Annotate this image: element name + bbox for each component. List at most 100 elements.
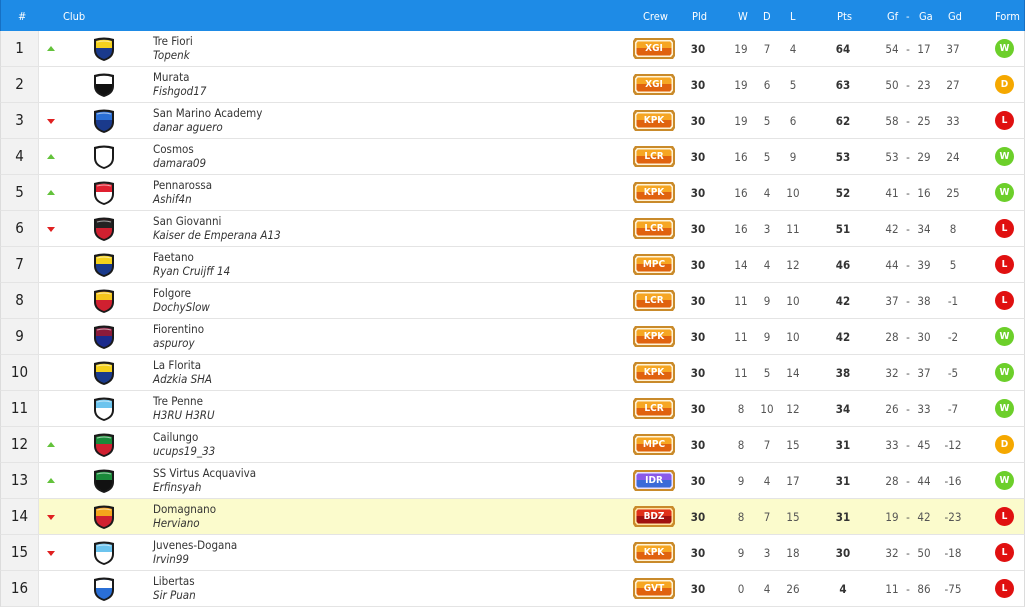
table-row[interactable]: 10 La Florita Adzkia SHA KPK 30 11 5 14 38 32 37 -5… <box>0 355 1025 391</box>
club-name[interactable]: Libertas <box>153 574 196 588</box>
club-name[interactable]: Faetano <box>153 250 230 264</box>
club-crest-icon <box>94 469 114 493</box>
club-name[interactable]: Tre Fiori <box>153 34 193 48</box>
form-badge: D <box>995 75 1014 94</box>
table-row[interactable]: 11 Tre Penne H3RU H3RU LCR 30 8 10 12 34 26 33 -7- W <box>0 391 1025 427</box>
club-cell[interactable]: Cosmos damara09 <box>153 142 206 170</box>
manager-name[interactable]: Topenk <box>153 48 193 62</box>
table-row[interactable]: 15 Juvenes-Dogana Irvin99 KPK 30 9 3 18 30 32 50 -1… <box>0 535 1025 571</box>
losses-cell: 5 <box>789 78 797 92</box>
played-cell: 30 <box>690 42 706 56</box>
club-name[interactable]: Murata <box>153 70 206 84</box>
goal-diff-cell: -7 <box>947 402 959 416</box>
losses-cell: 10 <box>786 186 800 200</box>
table-row[interactable]: 16 Libertas Sir Puan GVT 30 0 4 26 4 11 86 -75- L <box>0 571 1025 607</box>
table-row[interactable]: 6 San Giovanni Kaiser de Emperana A13 LCR 30… <box>0 211 1025 247</box>
club-cell[interactable]: Pennarossa Ashif4n <box>153 178 212 206</box>
club-cell[interactable]: Faetano Ryan Cruijff 14 <box>153 250 230 278</box>
header-points[interactable]: Pts <box>837 10 852 23</box>
club-crest-icon <box>94 325 114 349</box>
table-row[interactable]: 14 Domagnano Herviano BDZ 30 8 7 15 31 19 42 -23- L <box>0 499 1025 535</box>
manager-name[interactable]: ucups19_33 <box>153 444 215 458</box>
manager-name[interactable]: Adzkia SHA <box>153 372 212 386</box>
manager-name[interactable]: aspuroy <box>153 336 204 350</box>
position-down-icon <box>47 515 55 520</box>
club-cell[interactable]: Domagnano Herviano <box>153 502 216 530</box>
points-cell: 34 <box>835 402 851 416</box>
club-crest-icon <box>94 397 114 421</box>
position-down-icon <box>47 227 55 232</box>
manager-name[interactable]: Sir Puan <box>153 588 196 602</box>
club-name[interactable]: Cosmos <box>153 142 206 156</box>
club-name[interactable]: Juvenes-Dogana <box>153 538 237 552</box>
club-cell[interactable]: Juvenes-Dogana Irvin99 <box>153 538 237 566</box>
manager-name[interactable]: damara09 <box>153 156 206 170</box>
club-cell[interactable]: Tre Penne H3RU H3RU <box>153 394 215 422</box>
club-cell[interactable]: Cailungo ucups19_33 <box>153 430 215 458</box>
club-name[interactable]: Tre Penne <box>153 394 215 408</box>
table-row[interactable]: 8 Folgore DochySlow LCR 30 11 9 10 42 37 38 -1- L <box>0 283 1025 319</box>
form-badge: L <box>995 219 1014 238</box>
header-played[interactable]: Pld <box>692 10 707 23</box>
header-goals-against[interactable]: Ga <box>919 10 933 23</box>
table-row[interactable]: 2 Murata Fishgod17 XGI 30 19 6 5 63 50 23 27- D <box>0 67 1025 103</box>
points-cell: 63 <box>835 78 851 92</box>
club-cell[interactable]: Fiorentino aspuroy <box>153 322 204 350</box>
manager-name[interactable]: H3RU H3RU <box>153 408 215 422</box>
table-row[interactable]: 13 SS Virtus Acquaviva Erfinsyah IDR 30 9 4 17 3… <box>0 463 1025 499</box>
club-name[interactable]: San Marino Academy <box>153 106 262 120</box>
club-name[interactable]: Folgore <box>153 286 210 300</box>
table-row[interactable]: 12 Cailungo ucups19_33 MPC 30 8 7 15 31 33 45 -12- D <box>0 427 1025 463</box>
club-cell[interactable]: SS Virtus Acquaviva Erfinsyah <box>153 466 256 494</box>
club-cell[interactable]: Tre Fiori Topenk <box>153 34 193 62</box>
club-name[interactable]: Fiorentino <box>153 322 204 336</box>
club-cell[interactable]: San Marino Academy danar aguero <box>153 106 262 134</box>
club-name[interactable]: Pennarossa <box>153 178 212 192</box>
rank-cell: 9 <box>1 319 39 354</box>
points-cell: 31 <box>835 510 851 524</box>
table-row[interactable]: 5 Pennarossa Ashif4n KPK 30 16 4 10 52 41 16 25- W <box>0 175 1025 211</box>
header-rank[interactable]: # <box>18 10 26 23</box>
manager-name[interactable]: Kaiser de Emperana A13 <box>153 228 281 242</box>
score-dash: - <box>906 186 910 200</box>
manager-name[interactable]: Irvin99 <box>153 552 237 566</box>
header-goal-diff[interactable]: Gd <box>948 10 962 23</box>
crew-label: XGI <box>645 79 663 90</box>
table-row[interactable]: 7 Faetano Ryan Cruijff 14 MPC 30 14 4 12 46 44 39 5… <box>0 247 1025 283</box>
header-draws[interactable]: D <box>763 10 771 23</box>
club-cell[interactable]: Libertas Sir Puan <box>153 574 196 602</box>
losses-cell: 12 <box>786 402 800 416</box>
club-cell[interactable]: La Florita Adzkia SHA <box>153 358 212 386</box>
header-crew[interactable]: Crew <box>643 10 668 23</box>
club-cell[interactable]: Folgore DochySlow <box>153 286 210 314</box>
club-cell[interactable]: San Giovanni Kaiser de Emperana A13 <box>153 214 281 242</box>
table-row[interactable]: 3 San Marino Academy danar aguero KPK 30 19 5 6… <box>0 103 1025 139</box>
points-cell: 64 <box>835 42 851 56</box>
played-cell: 30 <box>690 546 706 560</box>
header-losses[interactable]: L <box>790 10 796 23</box>
manager-name[interactable]: Ryan Cruijff 14 <box>153 264 230 278</box>
manager-name[interactable]: Herviano <box>153 516 216 530</box>
club-cell[interactable]: Murata Fishgod17 <box>153 70 206 98</box>
manager-name[interactable]: Fishgod17 <box>153 84 206 98</box>
club-name[interactable]: Cailungo <box>153 430 215 444</box>
manager-name[interactable]: Erfinsyah <box>153 480 256 494</box>
table-row[interactable]: 9 Fiorentino aspuroy KPK 30 11 9 10 42 28 30 -2- W <box>0 319 1025 355</box>
score-dash: - <box>906 330 910 344</box>
club-name[interactable]: SS Virtus Acquaviva <box>153 466 256 480</box>
header-dash: - <box>906 10 910 23</box>
header-goals-for[interactable]: Gf <box>887 10 898 23</box>
club-name[interactable]: Domagnano <box>153 502 216 516</box>
header-club[interactable]: Club <box>63 10 85 23</box>
header-form[interactable]: Form <box>995 10 1020 23</box>
manager-name[interactable]: Ashif4n <box>153 192 212 206</box>
crew-label: LCR <box>644 403 664 414</box>
table-row[interactable]: 4 Cosmos damara09 LCR 30 16 5 9 53 53 29 24- W <box>0 139 1025 175</box>
header-wins[interactable]: W <box>738 10 748 23</box>
manager-name[interactable]: danar aguero <box>153 120 262 134</box>
crew-label: IDR <box>645 475 663 486</box>
club-name[interactable]: La Florita <box>153 358 212 372</box>
table-row[interactable]: 1 Tre Fiori Topenk XGI 30 19 7 4 64 54 17 37- W <box>0 31 1025 67</box>
manager-name[interactable]: DochySlow <box>153 300 210 314</box>
club-name[interactable]: San Giovanni <box>153 214 281 228</box>
